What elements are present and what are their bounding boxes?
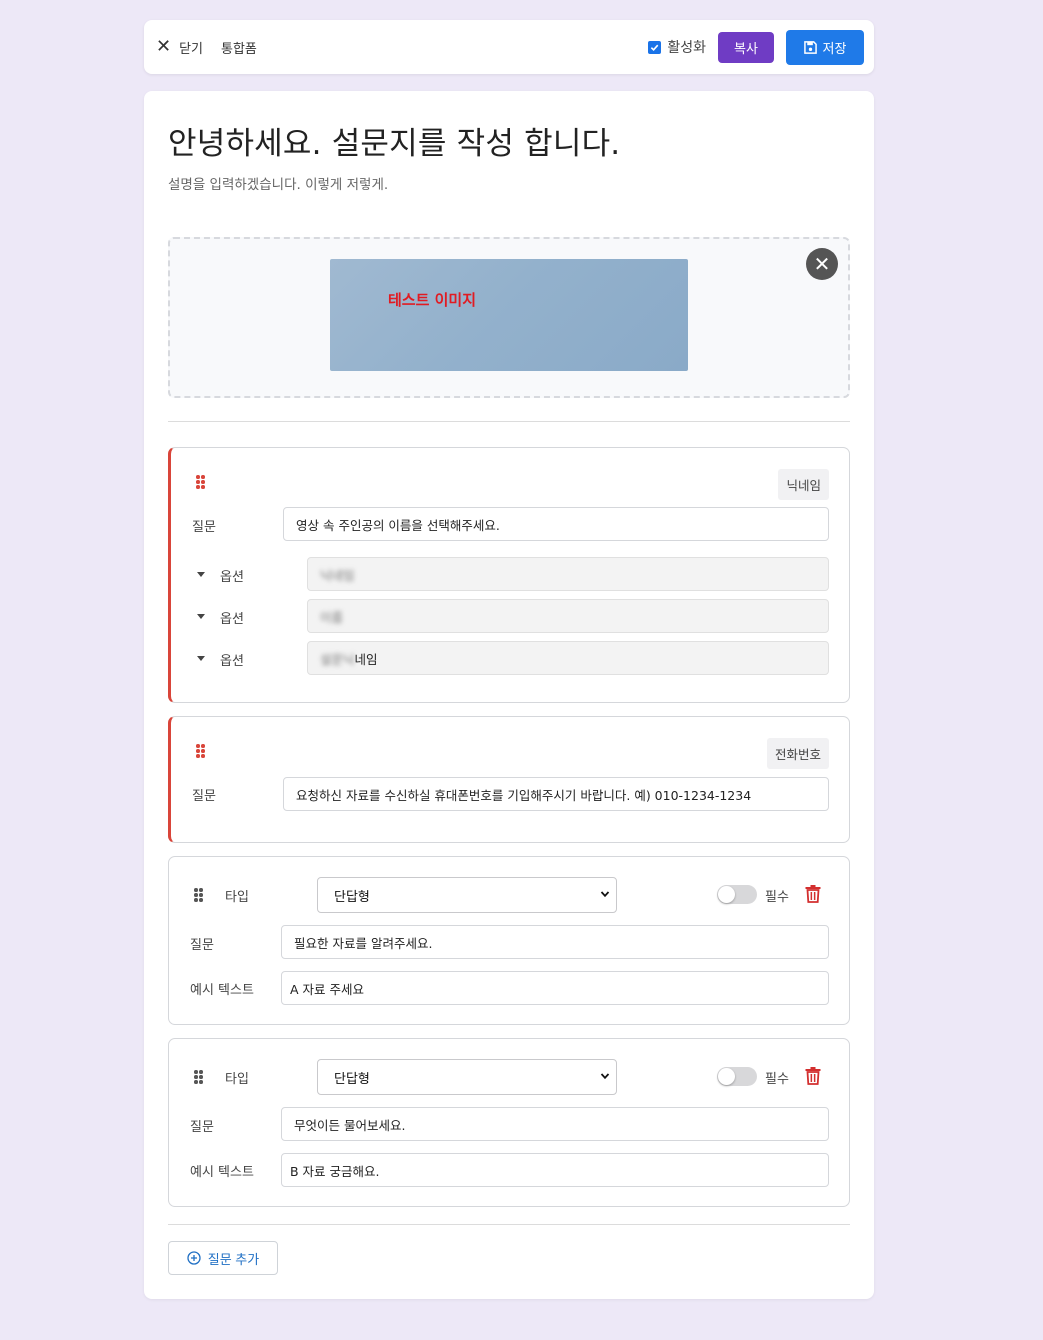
question-input[interactable]: 무엇이든 물어보세요. bbox=[281, 1107, 829, 1141]
drag-handle-icon[interactable] bbox=[196, 475, 206, 489]
required-toggle[interactable] bbox=[717, 885, 757, 904]
question-card-phone: 전화번호 질문 요청하신 자료를 수신하실 휴대폰번호를 기입해주시기 바랍니다… bbox=[168, 716, 850, 843]
form-title[interactable]: 안녕하세요. 설문지를 작성 합니다. bbox=[168, 118, 620, 163]
option-blurred-text: 닉네임 bbox=[320, 567, 355, 583]
example-text-input[interactable]: B 자료 궁금해요. bbox=[281, 1153, 829, 1187]
type-select-value: 단답형 bbox=[334, 1071, 370, 1087]
question-label: 질문 bbox=[190, 1120, 214, 1135]
option-label: 옵션 bbox=[220, 654, 244, 669]
plus-circle-icon bbox=[187, 1251, 201, 1265]
question-input[interactable]: 요청하신 자료를 수신하실 휴대폰번호를 기입해주시기 바랍니다. 예) 010… bbox=[283, 777, 829, 811]
question-card: 타입 단답형 필수 질문 무엇이든 물어보세요. 예시 텍스트 B 자료 궁금해… bbox=[168, 1038, 850, 1207]
add-question-button[interactable]: 질문 추가 bbox=[168, 1241, 278, 1275]
divider bbox=[168, 1224, 850, 1225]
form-editor: 안녕하세요. 설문지를 작성 합니다. 설명을 입력하겠습니다. 이렇게 저렇게… bbox=[144, 91, 874, 1299]
option-label: 옵션 bbox=[220, 570, 244, 585]
chevron-down-icon bbox=[600, 891, 610, 898]
required-toggle[interactable] bbox=[717, 1067, 757, 1086]
save-button[interactable]: 저장 bbox=[786, 29, 864, 65]
example-text-label: 예시 텍스트 bbox=[190, 983, 254, 998]
type-select-value: 단답형 bbox=[334, 889, 370, 905]
active-label: 활성화 bbox=[667, 40, 706, 56]
uploaded-image: 테스트 이미지 bbox=[330, 259, 688, 371]
caret-down-icon[interactable] bbox=[197, 656, 205, 661]
type-label: 타입 bbox=[225, 1072, 249, 1087]
close-button[interactable]: ✕ 닫기 bbox=[156, 38, 203, 57]
question-label: 질문 bbox=[192, 520, 216, 535]
example-text-input[interactable]: A 자료 주세요 bbox=[281, 971, 829, 1005]
copy-button[interactable]: 복사 bbox=[718, 31, 774, 63]
checkbox-checked-icon[interactable] bbox=[648, 40, 662, 54]
form-name: 통합폼 bbox=[221, 41, 257, 57]
chevron-down-icon bbox=[600, 1073, 610, 1080]
divider bbox=[168, 421, 850, 422]
type-select[interactable]: 단답형 bbox=[317, 1059, 617, 1095]
image-text: 테스트 이미지 bbox=[388, 291, 477, 309]
form-description[interactable]: 설명을 입력하겠습니다. 이렇게 저렇게. bbox=[168, 173, 388, 193]
option-label: 옵션 bbox=[220, 612, 244, 627]
question-card-nickname: 닉네임 질문 영상 속 주인공의 이름을 선택해주세요. 옵션 닉네임 옵션 이… bbox=[168, 447, 850, 703]
floppy-disk-icon bbox=[803, 40, 817, 54]
option-input[interactable]: 닉네임 bbox=[307, 557, 829, 591]
option-blurred-text: 이름 bbox=[320, 609, 344, 625]
required-label: 필수 bbox=[765, 890, 789, 905]
add-question-label: 질문 추가 bbox=[207, 1251, 260, 1267]
trash-icon[interactable] bbox=[805, 1067, 821, 1085]
type-select[interactable]: 단답형 bbox=[317, 877, 617, 913]
example-text-label: 예시 텍스트 bbox=[190, 1165, 254, 1180]
caret-down-icon[interactable] bbox=[197, 614, 205, 619]
option-input[interactable]: 설문닉 네임 bbox=[307, 641, 829, 675]
remove-image-button[interactable]: ✕ bbox=[806, 248, 838, 280]
close-label: 닫기 bbox=[179, 41, 204, 57]
close-icon: ✕ bbox=[813, 252, 831, 276]
question-input[interactable]: 영상 속 주인공의 이름을 선택해주세요. bbox=[283, 507, 829, 541]
field-type-badge: 닉네임 bbox=[778, 469, 829, 500]
active-checkbox[interactable]: 활성화 bbox=[648, 37, 706, 57]
drag-handle-icon[interactable] bbox=[194, 1070, 204, 1084]
question-card: 타입 단답형 필수 질문 필요한 자료를 알려주세요. 예시 텍스트 A 자료 … bbox=[168, 856, 850, 1025]
question-input[interactable]: 필요한 자료를 알려주세요. bbox=[281, 925, 829, 959]
option-visible-text: 네임 bbox=[354, 651, 378, 667]
drag-handle-icon[interactable] bbox=[194, 888, 204, 902]
type-label: 타입 bbox=[225, 890, 249, 905]
question-label: 질문 bbox=[190, 938, 214, 953]
close-icon: ✕ bbox=[156, 36, 172, 57]
option-blurred-text: 설문닉 bbox=[320, 651, 355, 667]
caret-down-icon[interactable] bbox=[197, 572, 205, 577]
option-input[interactable]: 이름 bbox=[307, 599, 829, 633]
field-type-badge: 전화번호 bbox=[766, 738, 829, 769]
trash-icon[interactable] bbox=[805, 885, 821, 903]
required-label: 필수 bbox=[765, 1072, 789, 1087]
drag-handle-icon[interactable] bbox=[196, 744, 206, 758]
question-label: 질문 bbox=[192, 789, 216, 804]
image-dropzone[interactable]: 테스트 이미지 ✕ bbox=[168, 237, 850, 398]
save-label: 저장 bbox=[822, 40, 847, 56]
top-bar: ✕ 닫기 통합폼 활성화 복사 저장 bbox=[144, 20, 874, 74]
